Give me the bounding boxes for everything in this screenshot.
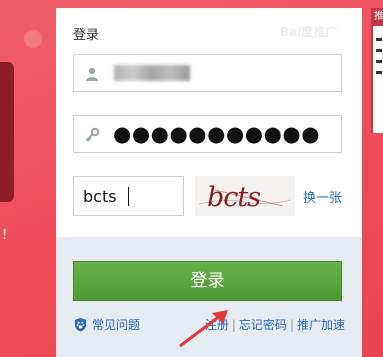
key-icon bbox=[85, 127, 100, 142]
refresh-captcha-link[interactable]: 换一张 bbox=[303, 187, 342, 206]
username-field[interactable] bbox=[73, 54, 342, 92]
divider: | bbox=[289, 318, 294, 332]
baidu-watermark: Bai度推广 bbox=[280, 25, 338, 39]
user-icon bbox=[86, 67, 98, 81]
login-title: 登录 bbox=[73, 28, 100, 43]
captcha-text: bcts bbox=[207, 182, 260, 213]
captcha-input[interactable]: bcts bbox=[73, 176, 184, 216]
side-tab[interactable]: 推 bbox=[373, 8, 383, 26]
paw-icon bbox=[74, 317, 87, 332]
login-button[interactable]: 登录 bbox=[73, 261, 342, 301]
background-decoration bbox=[0, 62, 14, 202]
annotation-arrow bbox=[179, 310, 228, 348]
text-caret bbox=[128, 187, 129, 206]
password-mask: ●●●●●●●●●●● bbox=[113, 122, 321, 146]
background-mark: ! bbox=[2, 228, 8, 243]
login-panel: 登录 Bai度推广 ●●●●●●●●●●● bcts bcts 换一张 登录 常… bbox=[56, 8, 362, 357]
username-value-blurred bbox=[114, 65, 190, 81]
forgot-password-link[interactable]: 忘记密码 bbox=[239, 318, 287, 332]
captcha-input-value: bcts bbox=[83, 187, 117, 206]
background-decoration bbox=[24, 30, 42, 48]
captcha-graphic: bcts bbox=[198, 182, 292, 213]
promotion-boost-link[interactable]: 推广加速 bbox=[297, 318, 345, 332]
side-panel-content bbox=[376, 38, 382, 82]
side-panel: 推 bbox=[371, 8, 383, 133]
help-label: 常见问题 bbox=[92, 318, 141, 332]
captcha-image[interactable]: bcts bbox=[195, 176, 295, 216]
help-link[interactable]: 常见问题 bbox=[73, 316, 140, 333]
password-field[interactable]: ●●●●●●●●●●● bbox=[73, 115, 342, 153]
